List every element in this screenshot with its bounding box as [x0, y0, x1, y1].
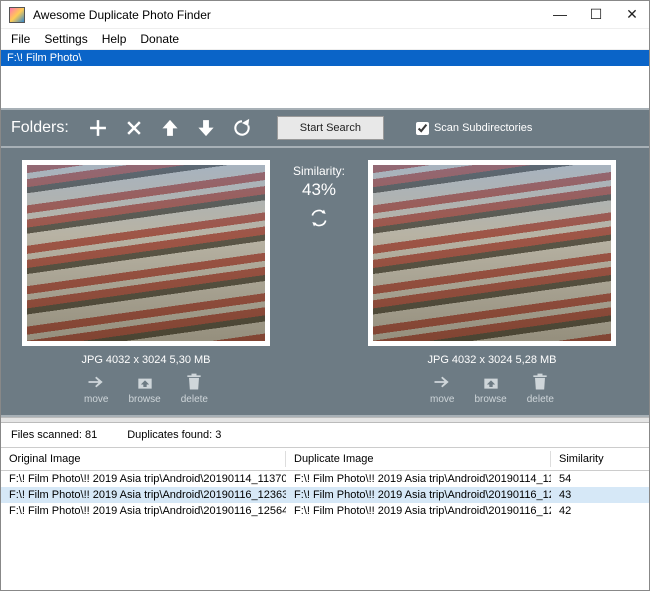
col-original[interactable]: Original Image	[1, 451, 286, 467]
right-meta: JPG 4032 x 3024 5,28 MB	[427, 346, 556, 372]
app-logo-icon	[9, 7, 25, 23]
cell-orig: F:\! Film Photo\!! 2019 Asia trip\Androi…	[1, 488, 286, 502]
left-meta: JPG 4032 x 3024 5,30 MB	[81, 346, 210, 372]
comparison-area: JPG 4032 x 3024 5,30 MB move browse dele…	[1, 148, 649, 417]
left-move-label: move	[84, 394, 108, 405]
right-image[interactable]	[368, 160, 616, 346]
status-bar: Files scanned: 81 Duplicates found: 3	[1, 423, 649, 448]
minimize-button[interactable]: —	[551, 6, 569, 23]
folder-toolbar: Folders: Start Search Scan Subdirectorie…	[1, 108, 649, 148]
folders-label: Folders:	[11, 119, 69, 137]
scan-subdirectories-checkbox[interactable]: Scan Subdirectories	[416, 122, 532, 135]
menu-help[interactable]: Help	[102, 32, 127, 46]
swap-icon[interactable]	[287, 208, 351, 231]
left-image[interactable]	[22, 160, 270, 346]
cell-orig: F:\! Film Photo\!! 2019 Asia trip\Androi…	[1, 472, 286, 486]
similarity-label: Similarity:	[287, 164, 351, 178]
right-panel: JPG 4032 x 3024 5,28 MB move browse dele…	[357, 160, 627, 405]
menu-settings[interactable]: Settings	[44, 32, 87, 46]
results-table: Original Image Duplicate Image Similarit…	[1, 448, 649, 519]
folder-path[interactable]: F:\! Film Photo\	[1, 50, 649, 66]
cell-sim: 42	[551, 504, 649, 518]
left-browse-button[interactable]: browse	[128, 372, 160, 405]
menu-donate[interactable]: Donate	[140, 32, 179, 46]
right-delete-button[interactable]: delete	[527, 372, 554, 405]
cell-dup: F:\! Film Photo\!! 2019 Asia trip\Androi…	[286, 504, 551, 518]
table-row[interactable]: F:\! Film Photo\!! 2019 Asia trip\Androi…	[1, 471, 649, 487]
col-similarity[interactable]: Similarity	[551, 451, 649, 467]
table-row[interactable]: F:\! Film Photo\!! 2019 Asia trip\Androi…	[1, 487, 649, 503]
right-move-button[interactable]: move	[430, 372, 454, 405]
similarity-value: 43%	[287, 178, 351, 208]
right-delete-label: delete	[527, 394, 554, 405]
reset-icon[interactable]	[231, 117, 253, 139]
col-duplicate[interactable]: Duplicate Image	[286, 451, 551, 467]
left-move-button[interactable]: move	[84, 372, 108, 405]
move-down-icon[interactable]	[195, 117, 217, 139]
menubar: File Settings Help Donate	[1, 29, 649, 50]
left-delete-label: delete	[181, 394, 208, 405]
close-button[interactable]: ✕	[623, 6, 641, 23]
cell-sim: 43	[551, 488, 649, 502]
files-scanned: Files scanned: 81	[11, 429, 97, 441]
similarity-panel: Similarity: 43%	[287, 160, 351, 231]
scan-sub-input[interactable]	[416, 122, 429, 135]
add-folder-icon[interactable]	[87, 117, 109, 139]
cell-sim: 54	[551, 472, 649, 486]
table-row[interactable]: F:\! Film Photo\!! 2019 Asia trip\Androi…	[1, 503, 649, 519]
right-browse-button[interactable]: browse	[474, 372, 506, 405]
cell-orig: F:\! Film Photo\!! 2019 Asia trip\Androi…	[1, 504, 286, 518]
move-up-icon[interactable]	[159, 117, 181, 139]
left-delete-button[interactable]: delete	[181, 372, 208, 405]
right-move-label: move	[430, 394, 454, 405]
right-browse-label: browse	[474, 394, 506, 405]
duplicates-found: Duplicates found: 3	[127, 429, 221, 441]
left-panel: JPG 4032 x 3024 5,30 MB move browse dele…	[11, 160, 281, 405]
table-header: Original Image Duplicate Image Similarit…	[1, 448, 649, 471]
titlebar: Awesome Duplicate Photo Finder — ☐ ✕	[1, 1, 649, 29]
cell-dup: F:\! Film Photo\!! 2019 Asia trip\Androi…	[286, 472, 551, 486]
start-search-button[interactable]: Start Search	[277, 116, 384, 140]
remove-folder-icon[interactable]	[123, 117, 145, 139]
window-title: Awesome Duplicate Photo Finder	[33, 8, 211, 22]
maximize-button[interactable]: ☐	[587, 6, 605, 23]
menu-file[interactable]: File	[11, 32, 30, 46]
scan-sub-label: Scan Subdirectories	[434, 122, 532, 134]
cell-dup: F:\! Film Photo\!! 2019 Asia trip\Androi…	[286, 488, 551, 502]
left-browse-label: browse	[128, 394, 160, 405]
